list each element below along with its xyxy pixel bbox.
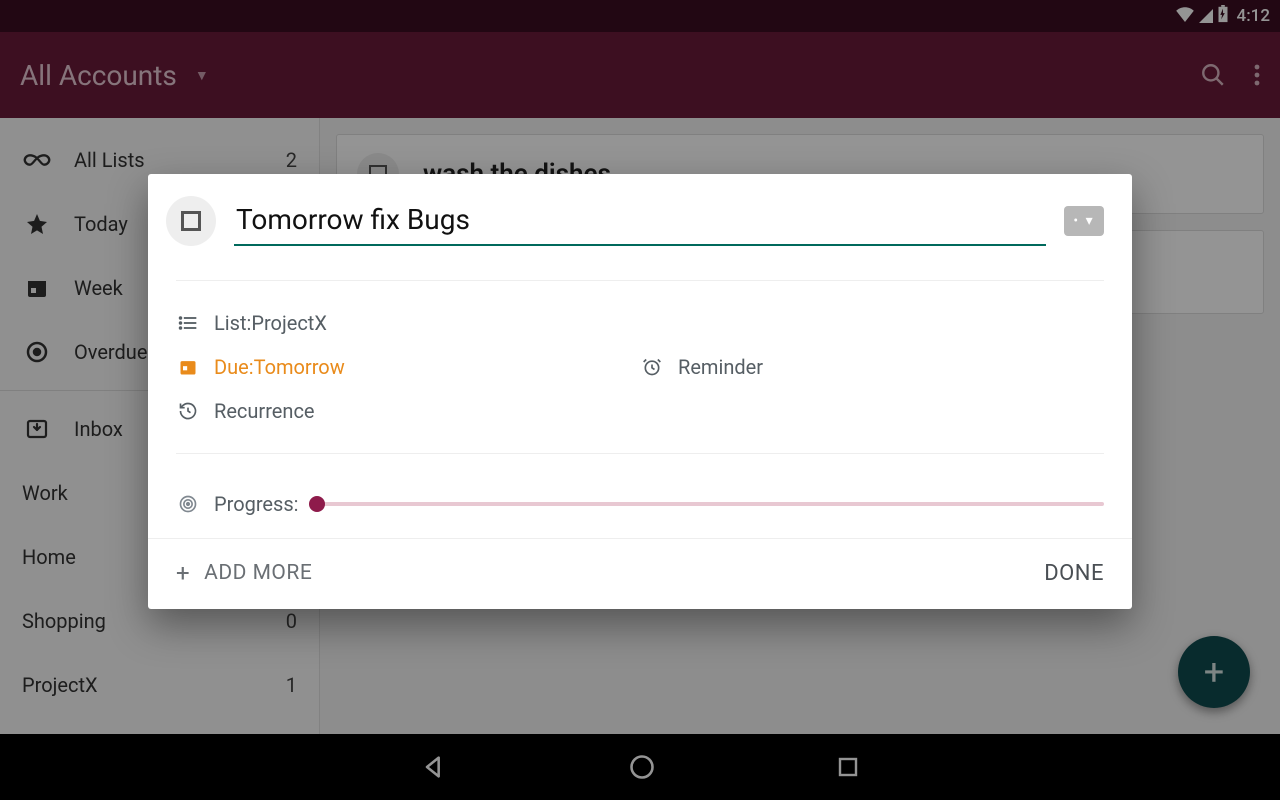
dialog-divider <box>176 453 1104 454</box>
priority-indicator[interactable]: • ▾ <box>1064 206 1104 236</box>
add-more-label: ADD MORE <box>204 561 312 585</box>
progress-slider[interactable] <box>317 502 1104 506</box>
progress-slider-thumb[interactable] <box>309 496 325 512</box>
due-field[interactable]: Due: Tomorrow <box>176 345 640 389</box>
due-field-prefix: Due: <box>214 355 254 379</box>
modal-overlay[interactable]: • ▾ List: ProjectX <box>0 0 1280 800</box>
recurrence-field-label: Recurrence <box>214 399 315 423</box>
reminder-field[interactable]: Reminder <box>640 345 1104 389</box>
calendar-icon <box>176 357 200 377</box>
task-title-input[interactable] <box>234 197 1046 246</box>
history-icon <box>176 401 200 421</box>
dialog-divider <box>176 280 1104 281</box>
target-icon <box>176 494 200 514</box>
list-field-prefix: List: <box>214 311 251 335</box>
task-edit-dialog: • ▾ List: ProjectX <box>148 174 1132 609</box>
done-button[interactable]: DONE <box>1044 561 1104 586</box>
list-field[interactable]: List: ProjectX <box>176 301 1104 345</box>
recurrence-field[interactable]: Recurrence <box>176 389 1104 433</box>
dialog-task-checkbox[interactable] <box>166 196 216 246</box>
plus-icon: + <box>176 559 190 587</box>
add-more-button[interactable]: + ADD MORE <box>176 559 312 587</box>
progress-field: Progress: <box>176 474 1104 538</box>
progress-label: Progress: <box>214 492 299 516</box>
reminder-field-label: Reminder <box>678 355 763 379</box>
alarm-icon <box>640 357 664 377</box>
list-field-value: ProjectX <box>251 311 327 335</box>
due-field-value: Tomorrow <box>254 355 345 379</box>
list-icon <box>176 315 200 331</box>
done-label: DONE <box>1044 561 1104 586</box>
